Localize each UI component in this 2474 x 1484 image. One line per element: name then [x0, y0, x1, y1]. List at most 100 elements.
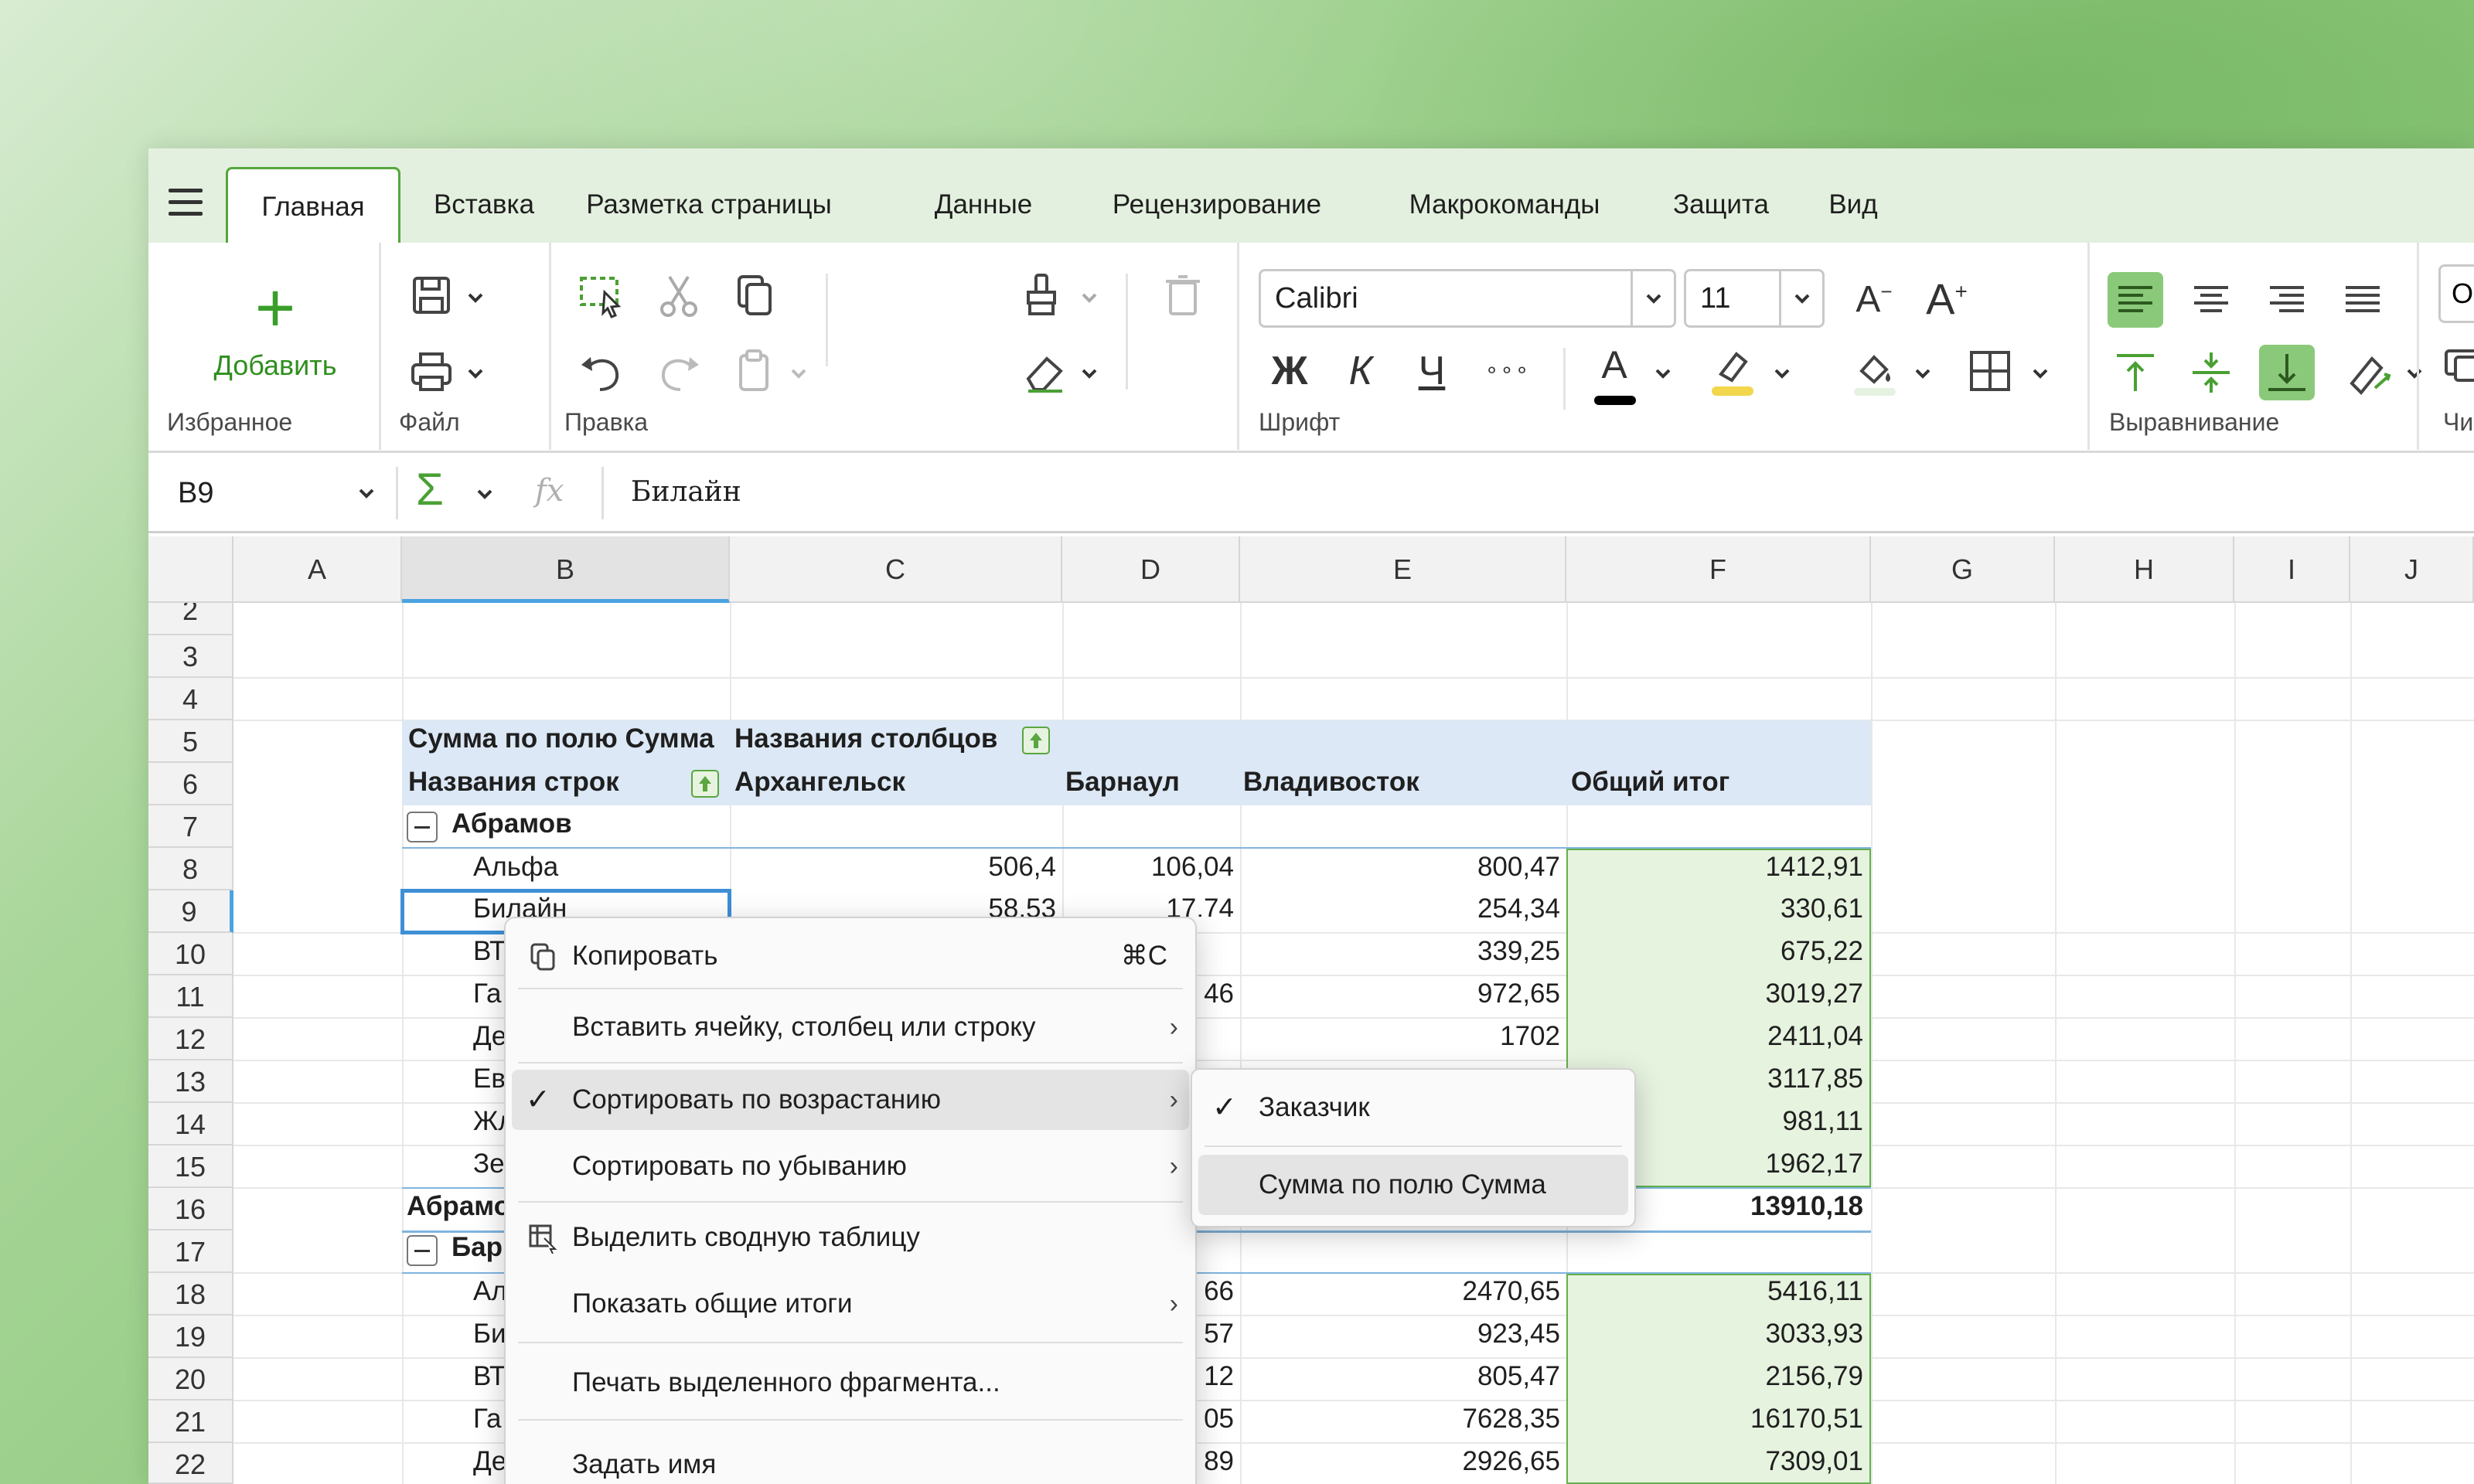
redo-icon[interactable] [651, 343, 707, 399]
row-filter-icon[interactable] [691, 770, 719, 798]
menu-item-sort-descending[interactable]: Сортировать по убыванию › [512, 1136, 1189, 1196]
menu-item-select-pivot[interactable]: Выделить сводную таблицу [512, 1207, 1189, 1268]
delete-icon[interactable] [1155, 267, 1211, 323]
save-dropdown-icon[interactable] [464, 286, 487, 309]
column-header-D[interactable]: D [1062, 536, 1240, 603]
justify-icon[interactable] [2335, 272, 2391, 328]
autosum-icon[interactable]: Σ [416, 464, 444, 516]
row-header-21[interactable]: 21 [148, 1401, 233, 1443]
fill-color-dropdown-icon[interactable] [1911, 362, 1934, 385]
column-header-E[interactable]: E [1240, 536, 1566, 603]
increase-font-icon[interactable]: A+ [1919, 274, 1975, 324]
more-formatting-icon[interactable]: ∘∘∘ [1480, 357, 1535, 383]
select-all-corner[interactable] [148, 536, 233, 603]
highlight-dropdown-icon[interactable] [1770, 362, 1794, 385]
column-header-G[interactable]: G [1871, 536, 2055, 603]
row-header-22[interactable]: 22 [148, 1443, 233, 1484]
tab-page-layout[interactable]: Разметка страницы [581, 167, 837, 243]
font-size-select[interactable]: 11 [1684, 269, 1825, 328]
eraser-icon[interactable] [1017, 343, 1073, 399]
column-header-B[interactable]: B [402, 536, 730, 603]
menu-item-insert[interactable]: Вставить ячейку, столбец или строку › [512, 997, 1189, 1057]
tab-review[interactable]: Рецензирование [1093, 167, 1341, 243]
collapse-group-icon[interactable] [407, 812, 438, 842]
row-header-13[interactable]: 13 [148, 1060, 233, 1103]
align-right-icon[interactable] [2259, 272, 2315, 328]
paste-dropdown-icon[interactable] [787, 362, 810, 385]
row-header-8[interactable]: 8 [148, 848, 233, 890]
font-color-icon[interactable]: A [1586, 342, 1642, 405]
align-center-icon[interactable] [2183, 272, 2239, 328]
column-header-C[interactable]: C [730, 536, 1062, 603]
cell-name-box[interactable]: B9 [178, 471, 379, 515]
menu-item-print-selection[interactable]: Печать выделенного фрагмента... [512, 1353, 1189, 1413]
submenu-item-sum-field[interactable]: Сумма по полю Сумма [1198, 1155, 1628, 1215]
menu-item-show-totals[interactable]: Показать общие итоги › [512, 1274, 1189, 1334]
paste-icon[interactable] [727, 343, 782, 399]
print-dropdown-icon[interactable] [464, 362, 487, 385]
menu-item-copy[interactable]: Копировать ⌘C [512, 926, 1189, 986]
eraser-dropdown-icon[interactable] [1078, 362, 1101, 385]
menu-item-sort-ascending[interactable]: ✓ Сортировать по возрастанию › [512, 1070, 1189, 1130]
print-icon[interactable] [404, 343, 459, 399]
row-header-15[interactable]: 15 [148, 1145, 233, 1188]
column-header-I[interactable]: I [2234, 536, 2350, 603]
tab-view[interactable]: Вид [1811, 167, 1896, 243]
row-header-17[interactable]: 17 [148, 1230, 233, 1273]
tab-data[interactable]: Данные [922, 167, 1045, 243]
align-bottom-icon[interactable] [2259, 345, 2315, 400]
number-format-icon[interactable] [2442, 343, 2474, 386]
column-header-H[interactable]: H [2055, 536, 2234, 603]
chevron-down-icon[interactable] [354, 481, 379, 505]
row-header-4[interactable]: 4 [148, 678, 233, 720]
font-color-dropdown-icon[interactable] [1651, 362, 1675, 385]
chevron-down-icon[interactable] [1631, 271, 1674, 325]
column-filter-icon[interactable] [1022, 727, 1050, 754]
column-header-F[interactable]: F [1566, 536, 1871, 603]
row-header-18[interactable]: 18 [148, 1273, 233, 1316]
formula-input[interactable]: Билайн [631, 476, 741, 508]
font-name-select[interactable]: Calibri [1259, 269, 1676, 328]
row-header-3[interactable]: 3 [148, 635, 233, 678]
borders-dropdown-icon[interactable] [2029, 362, 2052, 385]
row-header-20[interactable]: 20 [148, 1358, 233, 1401]
text-orientation-icon[interactable] [2341, 345, 2397, 400]
undo-icon[interactable] [574, 343, 629, 399]
row-header-6[interactable]: 6 [148, 763, 233, 805]
row-header-16[interactable]: 16 [148, 1188, 233, 1230]
collapse-group-icon[interactable] [407, 1235, 438, 1266]
cut-icon[interactable] [651, 267, 707, 323]
row-header-9[interactable]: 9 [148, 890, 233, 933]
add-favorite-button[interactable]: + Добавить [182, 274, 368, 390]
underline-icon[interactable]: Ч [1404, 348, 1460, 394]
number-format-select[interactable]: Об [2438, 264, 2474, 323]
format-painter-dropdown-icon[interactable] [1078, 286, 1101, 309]
tab-home[interactable]: Главная [226, 167, 400, 243]
tab-insert[interactable]: Вставка [422, 167, 546, 243]
italic-icon[interactable]: К [1333, 348, 1389, 394]
align-top-icon[interactable] [2108, 345, 2163, 400]
borders-icon[interactable] [1962, 343, 2018, 399]
chevron-down-icon[interactable] [1779, 271, 1822, 325]
highlight-icon[interactable] [1704, 343, 1760, 399]
row-header-10[interactable]: 10 [148, 933, 233, 975]
column-header-A[interactable]: A [233, 536, 402, 603]
menu-item-define-name[interactable]: Задать имя [512, 1435, 1189, 1484]
row-header-12[interactable]: 12 [148, 1018, 233, 1060]
row-header-14[interactable]: 14 [148, 1103, 233, 1145]
autosum-dropdown-icon[interactable] [473, 482, 496, 505]
align-left-icon[interactable] [2108, 272, 2163, 328]
decrease-font-icon[interactable]: A− [1846, 278, 1902, 321]
submenu-item-customer[interactable]: ✓ Заказчик [1198, 1077, 1628, 1138]
column-header-J[interactable]: J [2350, 536, 2474, 603]
row-header-2[interactable]: 2 [148, 603, 233, 635]
select-range-icon[interactable] [574, 267, 629, 323]
save-icon[interactable] [404, 267, 459, 323]
row-header-11[interactable]: 11 [148, 975, 233, 1018]
row-header-19[interactable]: 19 [148, 1316, 233, 1358]
insert-function-icon[interactable]: fx [535, 473, 564, 509]
menu-icon[interactable] [169, 189, 203, 216]
tab-macros[interactable]: Макрокоманды [1389, 167, 1620, 243]
tab-protection[interactable]: Защита [1659, 167, 1783, 243]
align-middle-icon[interactable] [2183, 345, 2239, 400]
